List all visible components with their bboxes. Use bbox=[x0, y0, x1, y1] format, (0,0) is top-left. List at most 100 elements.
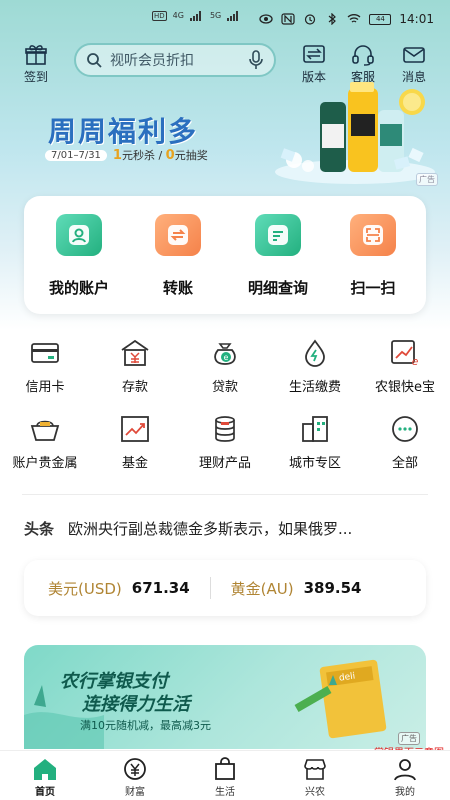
search-placeholder: 视听会员折扣 bbox=[110, 53, 194, 69]
more-icon bbox=[392, 416, 418, 442]
messages-button[interactable]: 消息 bbox=[392, 44, 436, 85]
alarm-icon bbox=[305, 14, 316, 25]
nav-life[interactable]: 生活 bbox=[180, 751, 270, 800]
service-label: 基金 bbox=[121, 456, 148, 471]
service-deposit[interactable]: 存款 bbox=[90, 338, 180, 395]
banner-title: 周周福利多 bbox=[48, 115, 199, 148]
service-fund[interactable]: 基金 bbox=[90, 414, 180, 471]
user-icon bbox=[394, 759, 416, 781]
bottom-navigation: 首页 财富 生活 兴农 我的 bbox=[0, 750, 450, 800]
service-label: 贷款 bbox=[211, 380, 238, 395]
sign-in-label: 签到 bbox=[23, 70, 48, 84]
sign-in-button[interactable]: 签到 bbox=[14, 44, 58, 85]
drinks-illustration bbox=[275, 82, 435, 184]
rate-gold: 黄金(AU) 389.54 bbox=[231, 578, 362, 599]
clock-time: 14:01 bbox=[399, 12, 434, 26]
quick-e-bao-icon: e bbox=[391, 340, 419, 368]
nfc-icon bbox=[281, 13, 296, 25]
rate-value: 389.54 bbox=[303, 579, 362, 597]
quick-actions-card: 我的账户 转账 明细查询 扫一扫 bbox=[24, 196, 426, 314]
service-label: 存款 bbox=[121, 380, 148, 395]
deposit-icon bbox=[121, 339, 149, 366]
news-ticker[interactable]: 头条 欧洲央行副总裁德金多斯表示，如果俄罗... bbox=[24, 518, 428, 539]
service-all[interactable]: 全部 bbox=[360, 414, 450, 471]
service-wealth-product[interactable]: 理财产品 bbox=[180, 414, 270, 471]
envelope-icon bbox=[403, 47, 425, 63]
wealth-product-icon bbox=[215, 416, 235, 442]
service-city-zone[interactable]: 城市专区 bbox=[270, 414, 360, 471]
microphone-icon[interactable] bbox=[248, 50, 264, 70]
wifi-icon bbox=[347, 14, 361, 23]
nav-label: 兴农 bbox=[305, 787, 325, 798]
service-label: 城市专区 bbox=[288, 456, 341, 471]
version-switch-icon bbox=[303, 45, 325, 63]
search-bar[interactable]: 视听会员折扣 bbox=[74, 43, 276, 77]
details-query-button[interactable]: 明细查询 bbox=[238, 214, 318, 298]
service-quick-e-bao[interactable]: e 农银快e宝 bbox=[360, 338, 450, 395]
headset-icon bbox=[352, 45, 374, 66]
network-indicators: HD 4G 5G bbox=[152, 11, 241, 21]
banner-ad-tag: 广告 bbox=[416, 173, 438, 186]
home-icon bbox=[34, 759, 56, 780]
version-button[interactable]: 版本 bbox=[292, 44, 336, 85]
promo-text: 元抽奖 bbox=[174, 149, 208, 162]
scan-button[interactable]: 扫一扫 bbox=[333, 214, 413, 298]
fund-icon bbox=[121, 416, 149, 442]
nav-label: 我的 bbox=[395, 787, 415, 798]
yuan-coin-icon bbox=[124, 758, 146, 780]
city-zone-icon bbox=[302, 416, 328, 442]
service-label: 信用卡 bbox=[25, 380, 65, 395]
bluetooth-icon bbox=[329, 13, 337, 25]
banner-promo: 1元秒杀 / 0元抽奖 bbox=[113, 147, 208, 163]
precious-metal-icon bbox=[30, 420, 60, 441]
search-icon bbox=[87, 53, 102, 68]
eye-icon bbox=[259, 14, 274, 24]
promo-text: 元秒杀 / bbox=[121, 149, 163, 162]
banner-subtitle: 7/01–7/31 1元秒杀 / 0元抽奖 bbox=[45, 147, 208, 163]
ad-line-2: 连接得力生活 bbox=[82, 694, 190, 715]
shopping-bag-icon bbox=[215, 757, 235, 780]
service-label: 账户贵金属 bbox=[12, 456, 78, 471]
news-text: 欧洲央行副总裁德金多斯表示，如果俄罗... bbox=[68, 520, 353, 538]
nav-agriculture[interactable]: 兴农 bbox=[270, 751, 360, 800]
exchange-rates-card[interactable]: 美元(USD) 671.34 黄金(AU) 389.54 bbox=[24, 560, 426, 616]
my-account-button[interactable]: 我的账户 bbox=[39, 214, 119, 298]
service-credit-card[interactable]: 信用卡 bbox=[0, 338, 90, 395]
service-label: 生活缴费 bbox=[288, 380, 341, 395]
news-head: 头条 bbox=[24, 520, 55, 538]
transfer-button[interactable]: 转账 bbox=[138, 214, 218, 298]
service-loan[interactable]: e 贷款 bbox=[180, 338, 270, 395]
ad-banner[interactable]: deli 农行掌银支付 连接得力生活 满10元随机减，最高减3元 广告 bbox=[24, 645, 426, 749]
nav-label: 首页 bbox=[35, 787, 55, 798]
network-tag: 4G bbox=[172, 11, 184, 20]
transfer-icon bbox=[155, 214, 201, 256]
promo-number: 1 bbox=[112, 148, 122, 163]
svg-text:e: e bbox=[224, 353, 229, 362]
nav-mine[interactable]: 我的 bbox=[360, 751, 450, 800]
customer-service-button[interactable]: 客服 bbox=[341, 44, 385, 85]
section-divider bbox=[22, 494, 428, 495]
nav-label: 生活 bbox=[215, 787, 235, 798]
service-label: 全部 bbox=[391, 456, 418, 471]
nav-wealth[interactable]: 财富 bbox=[90, 751, 180, 800]
service-label: 农银快e宝 bbox=[375, 380, 435, 395]
banner-date-range: 7/01–7/31 bbox=[45, 149, 107, 161]
rate-usd: 美元(USD) 671.34 bbox=[48, 578, 190, 599]
service-utility-payment[interactable]: 生活缴费 bbox=[270, 338, 360, 395]
rate-separator bbox=[209, 577, 211, 599]
nav-home[interactable]: 首页 bbox=[0, 751, 90, 800]
service-precious-metal[interactable]: 账户贵金属 bbox=[0, 414, 90, 471]
details-query-label: 明细查询 bbox=[247, 279, 308, 297]
status-icons: 44 14:01 bbox=[259, 12, 434, 26]
gift-icon bbox=[25, 45, 47, 65]
details-icon bbox=[255, 214, 301, 256]
rate-value: 671.34 bbox=[131, 579, 190, 597]
status-bar: HD 4G 5G 44 14:01 bbox=[0, 0, 450, 42]
nav-label: 财富 bbox=[125, 787, 145, 798]
promo-number: 0 bbox=[165, 148, 175, 163]
scan-icon bbox=[350, 214, 396, 256]
svg-text:e: e bbox=[412, 355, 419, 368]
ad-line-3: 满10元随机减，最高减3元 bbox=[80, 719, 211, 732]
storefront-icon bbox=[304, 759, 326, 780]
network-tag: 5G bbox=[209, 11, 222, 20]
